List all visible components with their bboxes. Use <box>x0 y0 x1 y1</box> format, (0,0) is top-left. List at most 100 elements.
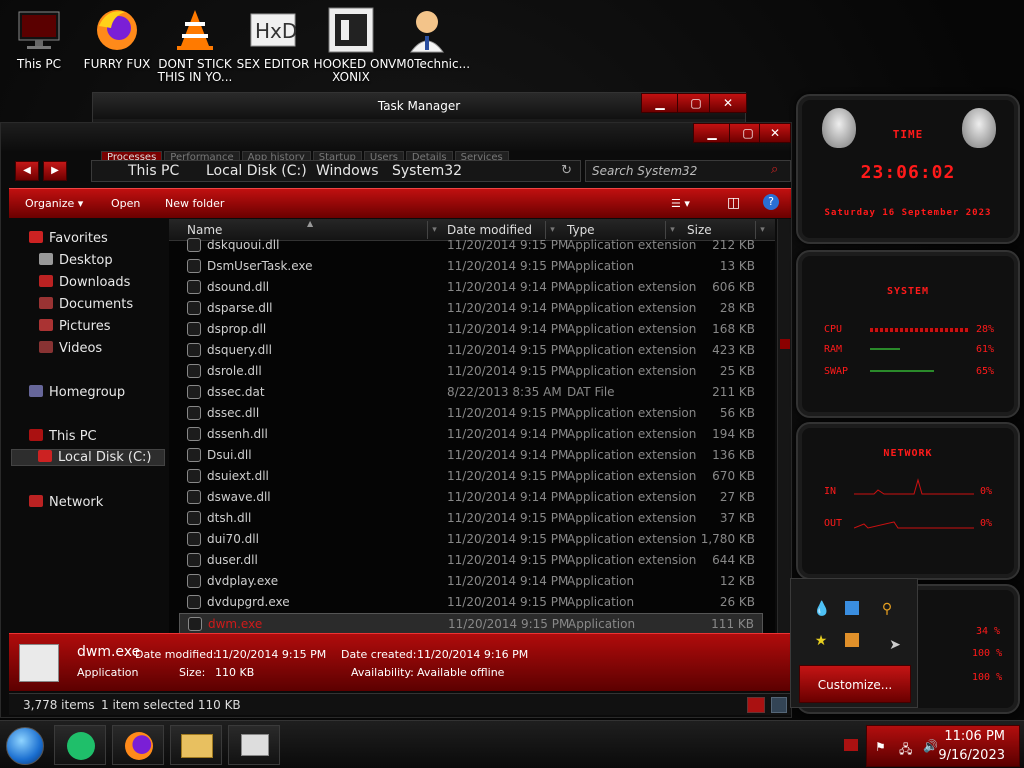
address-bar[interactable]: This PC Local Disk (C:) Windows System32… <box>91 160 581 182</box>
file-row[interactable]: dssenh.dll 11/20/2014 9:14 PM Application … <box>179 424 763 445</box>
desktop: This PC FURRY FUX DONT STICK THIS IN YO.… <box>0 0 1024 768</box>
file-row[interactable]: dssec.dat 8/22/2013 8:35 AM DAT File 211 KB <box>179 382 763 403</box>
forward-button[interactable]: ▶ <box>43 161 67 181</box>
file-row[interactable]: dvdplay.exe 11/20/2014 9:14 PM Application… <box>179 571 763 592</box>
file-icon <box>188 617 202 631</box>
desktop-icon-xonix[interactable]: HOOKED ON XONIX <box>312 4 390 84</box>
file-row[interactable]: dtsh.dll 11/20/2014 9:15 PM Application ex… <box>179 508 763 529</box>
file-row[interactable]: dsuiext.dll 11/20/2014 9:15 PM Application… <box>179 466 763 487</box>
desktop-icon-vm0technic[interactable]: VM0Technic... <box>388 4 470 71</box>
update-icon[interactable] <box>845 633 859 647</box>
file-row[interactable]: dsprop.dll 11/20/2014 9:14 PM Application … <box>179 319 763 340</box>
minimize-button[interactable]: ▁ <box>693 123 731 143</box>
file-row[interactable]: dskquoui.dll 11/20/2014 9:15 PM Applicatio… <box>179 235 763 256</box>
tray-overflow-icon[interactable] <box>844 739 858 751</box>
network-icon <box>29 495 43 507</box>
file-row[interactable]: dvdupgrd.exe 11/20/2014 9:15 PM Applicatio… <box>179 592 763 613</box>
file-row[interactable]: dsrole.dll 11/20/2014 9:15 PM Application … <box>179 361 763 382</box>
taskbar-app-chat[interactable] <box>54 725 106 765</box>
file-date-modified: 11/20/2014 9:14 PM <box>447 322 569 336</box>
breadcrumb-windows[interactable]: Windows <box>316 163 379 179</box>
refresh-icon[interactable]: ↻ <box>561 163 572 178</box>
sidebar-item-favorites[interactable]: Favorites <box>29 231 108 246</box>
taskbar-app-task-manager[interactable] <box>228 725 280 765</box>
sidebar-item-pictures[interactable]: Pictures <box>39 319 110 334</box>
desktop-icon-this-pc[interactable]: This PC <box>0 4 78 71</box>
file-row[interactable]: dwm.exe 11/20/2014 9:15 PM Application 111 … <box>179 613 763 634</box>
tiles-view-icon[interactable] <box>771 697 787 713</box>
clock-date[interactable]: 9/16/2023 <box>938 748 1005 763</box>
customize-button[interactable]: Customize... <box>799 665 911 703</box>
sidebar-item-videos[interactable]: Videos <box>39 341 102 356</box>
file-date-modified: 11/20/2014 9:15 PM <box>447 553 569 567</box>
magnifier-icon[interactable]: ⚲ <box>879 601 895 617</box>
explorer-window[interactable]: ▁ ▢ ✕ Processes Performance App history Sta… <box>0 122 792 718</box>
file-name: dsparse.dll <box>207 301 273 315</box>
sidebar-item-network[interactable]: Network <box>29 495 103 510</box>
file-name: dvdplay.exe <box>207 574 279 588</box>
disk-value-3: 100 % <box>972 672 1003 683</box>
file-date-modified: 11/20/2014 9:14 PM <box>447 448 569 462</box>
clock-time[interactable]: 11:06 PM <box>944 729 1005 744</box>
volume-icon[interactable]: 🔊 <box>923 739 938 753</box>
breadcrumb-this-pc[interactable]: This PC <box>128 163 179 179</box>
file-type: Application extension <box>567 322 697 336</box>
close-button[interactable]: ✕ <box>759 123 791 143</box>
file-row[interactable]: dssec.dll 11/20/2014 9:15 PM Application e… <box>179 403 763 424</box>
back-button[interactable]: ◀ <box>15 161 39 181</box>
breadcrumb-system32[interactable]: System32 <box>392 163 462 179</box>
file-size: 13 KB <box>719 259 755 273</box>
desktop-icon-hex-editor[interactable]: HxD SEX EDITOR <box>234 4 312 71</box>
app-square-icon[interactable] <box>845 601 859 615</box>
file-row[interactable]: duser.dll 11/20/2014 9:15 PM Application e… <box>179 550 763 571</box>
sidebar-item-desktop[interactable]: Desktop <box>39 253 113 268</box>
search-input[interactable]: Search System32 <box>585 160 791 182</box>
file-icon <box>187 238 201 252</box>
network-status-icon[interactable]: 🖧 <box>899 740 912 761</box>
sidebar-item-local-disk[interactable]: Local Disk (C:) <box>11 449 165 466</box>
gadget-date: Saturday 16 September 2023 <box>824 208 992 218</box>
details-pane: dwm.exe Date modified: 11/20/2014 9:15 P… <box>9 633 791 691</box>
open-button[interactable]: Open <box>111 197 140 210</box>
sidebar-item-downloads[interactable]: Downloads <box>39 275 130 290</box>
file-row[interactable]: dsquery.dll 11/20/2014 9:15 PM Application… <box>179 340 763 361</box>
desktop-icon-label: DONT STICK THIS IN YO... <box>157 57 233 84</box>
sort-arrow-icon: ▲ <box>307 219 314 228</box>
close-button[interactable]: ✕ <box>709 93 747 113</box>
view-options-icon[interactable]: ☰ ▾ <box>671 197 690 210</box>
net-in-value: 0% <box>980 486 993 497</box>
file-row[interactable]: Dsui.dll 11/20/2014 9:14 PM Application ex… <box>179 445 763 466</box>
disk-value-1: 34 % <box>976 626 1001 637</box>
file-type: Application <box>567 574 635 588</box>
desktop-icon-vlc[interactable]: DONT STICK THIS IN YO... <box>156 4 234 84</box>
sidebar-item-homegroup[interactable]: Homegroup <box>29 385 125 400</box>
file-name: dsprop.dll <box>207 322 267 336</box>
file-row[interactable]: DsmUserTask.exe 11/20/2014 9:15 PM Applica… <box>179 256 763 277</box>
action-center-flag-icon[interactable]: ⚑ <box>875 740 886 754</box>
taskbar-app-firefox[interactable] <box>112 725 164 765</box>
scrollbar-thumb[interactable] <box>780 339 790 349</box>
breadcrumb-local-disk[interactable]: Local Disk (C:) <box>206 163 307 179</box>
droplet-icon[interactable]: 💧 <box>813 601 830 617</box>
file-type: Application extension <box>567 301 697 315</box>
details-date-modified-label: Date modified: <box>135 648 217 661</box>
start-button[interactable] <box>6 727 44 765</box>
details-view-icon[interactable] <box>747 697 765 713</box>
help-icon[interactable]: ? <box>763 194 779 210</box>
sidebar-item-this-pc[interactable]: This PC <box>29 429 97 444</box>
sidebar-item-documents[interactable]: Documents <box>39 297 133 312</box>
file-row[interactable]: dsound.dll 11/20/2014 9:14 PM Application … <box>179 277 763 298</box>
file-row[interactable]: dswave.dll 11/20/2014 9:14 PM Application … <box>179 487 763 508</box>
taskbar-app-explorer[interactable] <box>170 725 222 765</box>
preview-pane-icon[interactable]: ◫ <box>727 195 740 211</box>
desktop-icon-firefox[interactable]: FURRY FUX <box>78 4 156 71</box>
search-icon[interactable]: ⌕ <box>771 162 778 177</box>
minimize-button[interactable]: ▁ <box>641 93 679 113</box>
file-row[interactable]: dsparse.dll 11/20/2014 9:14 PM Application… <box>179 298 763 319</box>
new-folder-button[interactable]: New folder <box>165 197 224 210</box>
scrollbar[interactable] <box>777 219 791 689</box>
organize-button[interactable]: Organize ▾ <box>25 197 83 210</box>
star-icon[interactable]: ★ <box>813 633 829 649</box>
file-row[interactable]: dui70.dll 11/20/2014 9:15 PM Application e… <box>179 529 763 550</box>
file-size: 423 KB <box>712 343 755 357</box>
